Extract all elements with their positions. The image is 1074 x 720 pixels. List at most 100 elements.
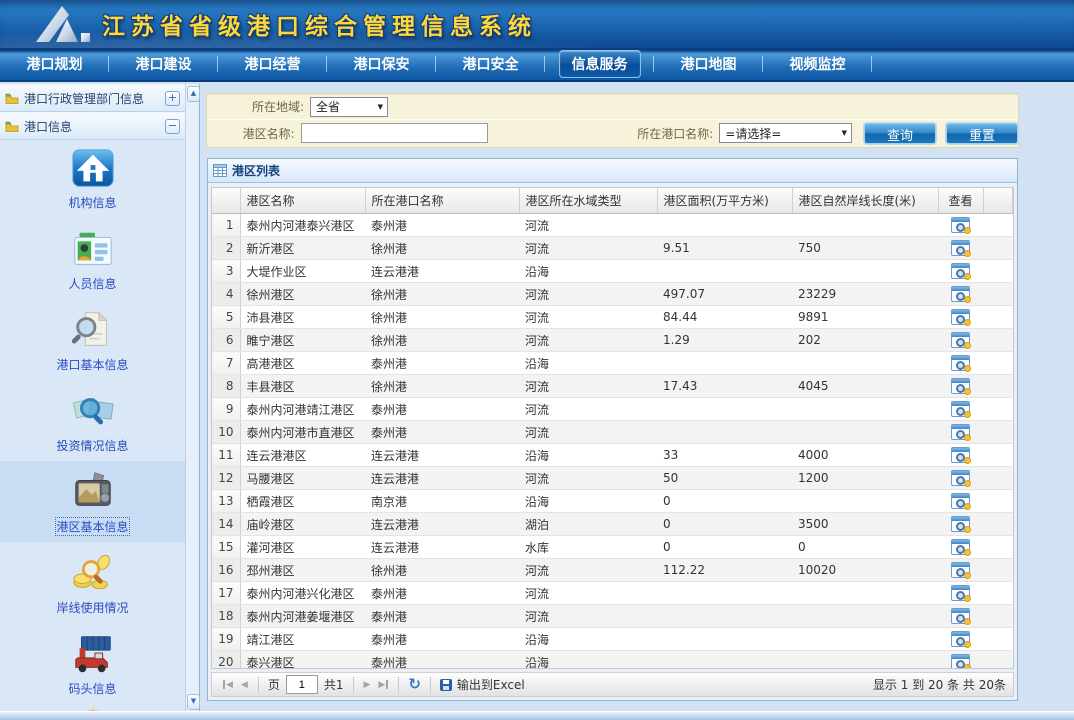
reset-button[interactable]: 重置 — [946, 123, 1018, 144]
view-record-icon[interactable] — [951, 378, 970, 394]
table-row[interactable]: 9 泰州内河港靖江港区 泰州港 河流 — [212, 398, 1013, 421]
prev-page-icon[interactable]: ◀ — [241, 680, 248, 690]
sidebar-item-personnel-info[interactable]: 人员信息 — [0, 218, 185, 299]
sidebar-item-org-info[interactable]: 机构信息 — [0, 137, 185, 218]
sidebar-item-port-basic-info[interactable]: 港口基本信息 — [0, 299, 185, 380]
area-name-input[interactable] — [301, 123, 488, 143]
port-name-select[interactable]: =请选择= ▼ — [719, 123, 852, 143]
scroll-down-icon[interactable]: ▼ — [187, 694, 200, 710]
view-record-icon[interactable] — [951, 309, 970, 325]
table-row[interactable]: 20 泰兴港区 泰州港 沿海 — [212, 651, 1013, 670]
container-truck-icon — [70, 631, 116, 677]
table-row[interactable]: 17 泰州内河港兴化港区 泰州港 河流 — [212, 582, 1013, 605]
table-row[interactable]: 18 泰州内河港姜堰港区 泰州港 河流 — [212, 605, 1013, 628]
column-header-shoreline[interactable]: 港区自然岸线长度(米) — [792, 188, 938, 214]
column-header-water-type[interactable]: 港区所在水域类型 — [519, 188, 657, 214]
view-record-icon[interactable] — [951, 447, 970, 463]
column-header-port[interactable]: 所在港口名称 — [365, 188, 519, 214]
last-page-icon[interactable]: ▶ — [378, 680, 388, 690]
view-record-icon[interactable] — [951, 240, 970, 256]
folder-icon — [5, 121, 19, 132]
view-record-icon[interactable] — [951, 217, 970, 233]
table-row[interactable]: 11 连云港港区 连云港港 沿海 33 4000 — [212, 444, 1013, 467]
page-number-input[interactable] — [286, 675, 318, 694]
sidebar-group-header[interactable]: 港口行政管理部门信息 + — [0, 84, 185, 112]
table-row[interactable]: 2 新沂港区 徐州港 河流 9.51 750 — [212, 237, 1013, 260]
column-header-view[interactable]: 查看 — [938, 188, 983, 214]
divider — [430, 677, 431, 693]
view-record-icon[interactable] — [951, 332, 970, 348]
save-disk-icon[interactable] — [440, 679, 452, 691]
sidebar-group-header[interactable]: 港口信息 − — [0, 112, 185, 140]
view-record-icon[interactable] — [951, 355, 970, 371]
sidebar-item-investment-info[interactable]: 投资情况信息 — [0, 380, 185, 461]
app-window: 江苏省省级港口综合管理信息系统 港口规划 港口建设 港口经营 港口保安 港口安全 — [0, 0, 1074, 720]
table-row[interactable]: 14 庙岭港区 连云港港 湖泊 0 3500 — [212, 513, 1013, 536]
next-page-icon[interactable]: ▶ — [364, 680, 371, 690]
nav-tab[interactable]: 信息服务 — [545, 48, 654, 80]
view-record-icon[interactable] — [951, 654, 970, 669]
table-row[interactable]: 5 沛县港区 徐州港 河流 84.44 9891 — [212, 306, 1013, 329]
table-row[interactable]: 4 徐州港区 徐州港 河流 497.07 23229 — [212, 283, 1013, 306]
first-page-icon[interactable]: ◀ — [223, 680, 233, 690]
nav-tab[interactable]: 港口建设 — [109, 48, 218, 80]
export-excel-button[interactable]: 输出到Excel — [457, 676, 525, 693]
table-row[interactable]: 10 泰州内河港市直港区 泰州港 河流 — [212, 421, 1013, 444]
table-body: 1 泰州内河港泰兴港区 泰州港 河流 — [212, 214, 1013, 670]
scroll-up-icon[interactable]: ▲ — [187, 86, 200, 102]
camera-device-icon — [70, 469, 116, 515]
region-label: 所在地域: — [207, 98, 304, 115]
view-record-icon[interactable] — [951, 493, 970, 509]
page-title: 江苏省省级港口综合管理信息系统 — [102, 7, 537, 41]
table-row[interactable]: 16 邳州港区 徐州港 河流 112.22 10020 — [212, 559, 1013, 582]
grid-title: 港区列表 — [232, 162, 280, 179]
nav-tab[interactable]: 视频监控 — [763, 48, 872, 80]
chevron-down-icon: ▼ — [842, 129, 847, 137]
column-header-rownum — [212, 188, 240, 214]
table-row[interactable]: 12 马腰港区 连云港港 河流 50 1200 — [212, 467, 1013, 490]
view-record-icon[interactable] — [951, 562, 970, 578]
group-toggle-button[interactable]: − — [165, 119, 180, 134]
nav-tab[interactable]: 港口规划 — [0, 48, 109, 80]
sidebar-item-dock-info[interactable]: 码头信息 — [0, 623, 185, 704]
refresh-icon[interactable]: ↻ — [408, 677, 421, 692]
sidebar-scrollbar[interactable]: ▲ ▼ — [185, 84, 199, 712]
view-record-icon[interactable] — [951, 539, 970, 555]
view-record-icon[interactable] — [951, 470, 970, 486]
region-select[interactable]: 全省 ▼ — [310, 97, 388, 117]
filter-panel: 所在地域: 全省 ▼ 港区名称: 所在港口名称: =请选择= ▼ 查询 重置 — [207, 94, 1018, 147]
nav-tab[interactable]: 港口地图 — [654, 48, 763, 80]
view-record-icon[interactable] — [951, 631, 970, 647]
view-record-icon[interactable] — [951, 608, 970, 624]
sidebar-item-port-area-basic-info[interactable]: 港区基本信息 — [0, 461, 185, 542]
table-header-row: 港区名称 所在港口名称 港区所在水域类型 港区面积(万平方米) 港区自然岸线长度… — [212, 188, 1013, 214]
view-record-icon[interactable] — [951, 516, 970, 532]
table-row[interactable]: 1 泰州内河港泰兴港区 泰州港 河流 — [212, 214, 1013, 237]
table-row[interactable]: 6 睢宁港区 徐州港 河流 1.29 202 — [212, 329, 1013, 352]
table-row[interactable]: 3 大堤作业区 连云港港 沿海 — [212, 260, 1013, 283]
folder-icon — [5, 93, 19, 104]
table-row[interactable]: 8 丰县港区 徐州港 河流 17.43 4045 — [212, 375, 1013, 398]
record-count-summary: 显示 1 到 20 条 共 20条 — [873, 676, 1006, 693]
view-record-icon[interactable] — [951, 286, 970, 302]
nav-tab[interactable]: 港口经营 — [218, 48, 327, 80]
query-button[interactable]: 查询 — [864, 123, 936, 144]
chevron-down-icon: ▼ — [378, 103, 383, 111]
view-record-icon[interactable] — [951, 585, 970, 601]
total-pages-label: 共1 — [324, 676, 344, 693]
table-row[interactable]: 15 灌河港区 连云港港 水库 0 0 — [212, 536, 1013, 559]
app-logo-icon — [34, 4, 92, 44]
nav-tab[interactable]: 港口保安 — [327, 48, 436, 80]
view-record-icon[interactable] — [951, 263, 970, 279]
sidebar-item-shoreline-usage[interactable]: 岸线使用情况 — [0, 542, 185, 623]
nav-tab[interactable]: 港口安全 — [436, 48, 545, 80]
document-magnifier-icon — [70, 307, 116, 353]
view-record-icon[interactable] — [951, 424, 970, 440]
table-row[interactable]: 7 高港港区 泰州港 沿海 — [212, 352, 1013, 375]
view-record-icon[interactable] — [951, 401, 970, 417]
table-row[interactable]: 19 靖江港区 泰州港 沿海 — [212, 628, 1013, 651]
table-row[interactable]: 13 栖霞港区 南京港 沿海 0 — [212, 490, 1013, 513]
column-header-area[interactable]: 港区面积(万平方米) — [657, 188, 792, 214]
column-header-name[interactable]: 港区名称 — [240, 188, 365, 214]
group-toggle-button[interactable]: + — [165, 91, 180, 106]
